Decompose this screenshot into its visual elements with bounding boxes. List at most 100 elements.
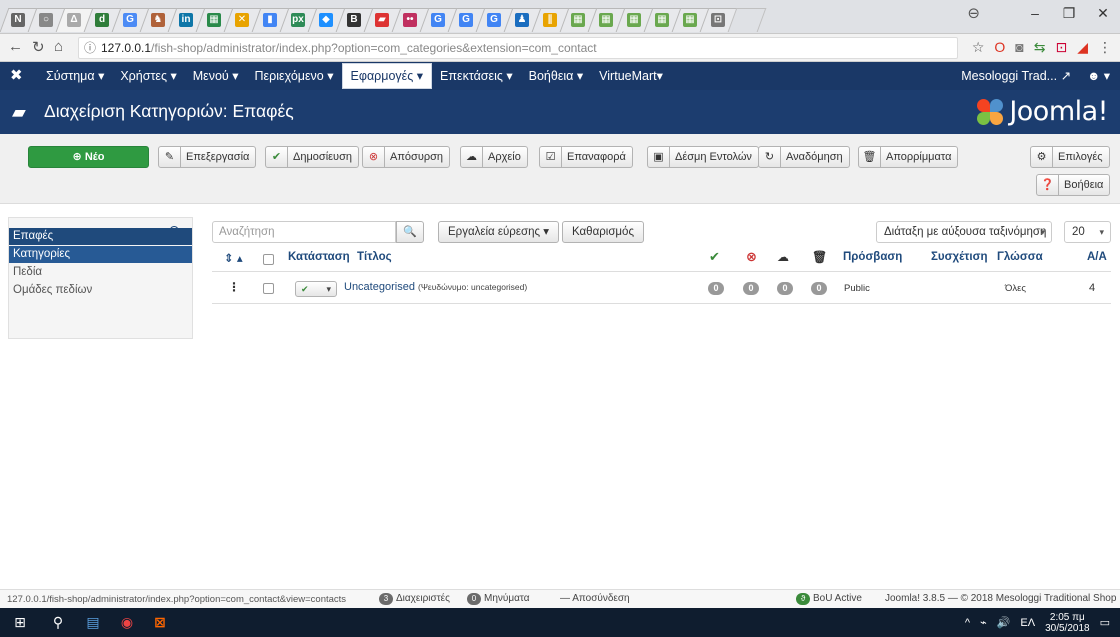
menu-virtuemart[interactable]: VirtueMart▾ xyxy=(591,62,671,90)
check-all-checkbox[interactable] xyxy=(263,254,274,265)
back-arrow-icon[interactable]: ← xyxy=(8,38,23,55)
archive-icon: ☁ xyxy=(461,147,483,167)
messages-status[interactable]: 0 Μηνύματα xyxy=(467,590,530,608)
menu-help[interactable]: Βοήθεια ▾ xyxy=(521,62,592,90)
status-toggle[interactable]: ✔ ▾ xyxy=(295,281,337,297)
browser-tabs: N ○ Δ d G ♞ in ▦ ✕ ▮ px ◆ B ▰ •• G G G ♟… xyxy=(0,8,767,34)
pdf-extension-icon[interactable]: ◢ xyxy=(1077,39,1088,56)
options-label: Επιλογές xyxy=(1058,151,1103,163)
sidebar-item-fields[interactable]: Πεδία xyxy=(9,264,192,281)
edit-label: Επεξεργασία xyxy=(186,151,250,163)
maximize-button[interactable]: ❐ xyxy=(1052,0,1086,26)
unpublish-button[interactable]: ⊗ Απόσυρση xyxy=(362,146,451,168)
search-icon[interactable]: ⚲ xyxy=(48,612,68,632)
close-button[interactable]: ✕ xyxy=(1086,0,1120,26)
language-cell: Όλες xyxy=(1005,283,1026,294)
network-icon[interactable]: ⌁ xyxy=(980,616,987,629)
chrome-icon[interactable]: ◉ xyxy=(117,612,137,632)
trashed-count-header-icon[interactable]: 🗑 xyxy=(812,250,827,264)
menu-extensions[interactable]: Επεκτάσεις ▾ xyxy=(432,62,521,90)
volume-icon[interactable]: 🔊 xyxy=(997,616,1011,629)
association-header[interactable]: Συσχέτιση xyxy=(931,251,988,263)
menu-menus[interactable]: Μενού ▾ xyxy=(185,62,247,90)
admin-menu-right: Mesologgi Trad... ↗ ☻ ▾ xyxy=(961,62,1110,90)
profile-icon[interactable]: ⊖ xyxy=(967,4,980,22)
pocket-extension-icon[interactable]: ⊡ xyxy=(1055,39,1067,56)
trashed-count-badge[interactable]: 0 xyxy=(811,282,827,295)
unpublished-count-header-icon[interactable]: ⊗ xyxy=(746,249,757,265)
admin-menu-list: Σύστημα ▾ Χρήστες ▾ Μενού ▾ Περιεχόμενο ▾ Εφ… xyxy=(38,62,671,90)
menu-icon[interactable]: ⋮ xyxy=(1098,39,1112,56)
clear-button[interactable]: Καθαρισμός xyxy=(562,221,644,243)
edit-icon: ✎ xyxy=(159,147,181,167)
checkin-button[interactable]: ☑ Επαναφορά xyxy=(539,146,633,168)
published-count-badge[interactable]: 0 xyxy=(708,282,724,295)
admin-top-menu: ✖ Σύστημα ▾ Χρήστες ▾ Μενού ▾ Περιεχόμενο ▾… xyxy=(0,62,1120,90)
show-hidden-icons-icon[interactable]: ^ xyxy=(965,617,970,629)
access-header[interactable]: Πρόσβαση xyxy=(843,251,902,263)
clock[interactable]: 2:05 πμ 30/5/2018 xyxy=(1045,612,1090,634)
search-input[interactable]: Αναζήτηση xyxy=(212,221,396,243)
sort-ordering-header[interactable]: ⇕ ▴ xyxy=(224,251,243,265)
row-checkbox[interactable] xyxy=(263,283,274,294)
url-input[interactable]: ⓘ 127.0.0.1/fish-shop/administrator/inde… xyxy=(78,37,958,59)
publish-button[interactable]: ✔ Δημοσίευση xyxy=(265,146,359,168)
site-link[interactable]: Mesologgi Trad... ↗ xyxy=(961,62,1071,90)
archived-count-badge[interactable]: 0 xyxy=(777,282,793,295)
batch-icon: ▣ xyxy=(648,147,670,167)
archive-button[interactable]: ☁ Αρχείο xyxy=(460,146,528,168)
title-header[interactable]: Τίτλος xyxy=(357,251,392,263)
search-tools-button[interactable]: Εργαλεία εύρεσης ▾ xyxy=(438,221,559,243)
star-icon[interactable]: ☆ xyxy=(972,39,985,56)
windows-start-icon[interactable]: ⊞ xyxy=(10,612,30,632)
id-header[interactable]: Α/Α xyxy=(1087,251,1107,263)
admins-status[interactable]: 3 Διαχειριστές xyxy=(379,590,450,608)
minimize-button[interactable]: – xyxy=(1018,0,1052,26)
bou-label: BoU Active xyxy=(813,593,862,604)
sidebar-item-categories[interactable]: Κατηγορίες xyxy=(9,246,192,263)
trash-label: Απορρίμματα xyxy=(886,151,952,163)
joomla-logo-icon[interactable]: ✖ xyxy=(10,66,23,84)
reload-icon[interactable]: ↻ xyxy=(32,38,45,56)
translate-extension-icon[interactable]: ⇆ xyxy=(1034,39,1046,56)
category-title-link[interactable]: Uncategorised xyxy=(344,281,415,293)
page-header: ▰ Διαχείριση Κατηγοριών: Επαφές Joomla! xyxy=(0,90,1120,134)
edit-button[interactable]: ✎ Επεξεργασία xyxy=(158,146,257,168)
options-button[interactable]: ⚙ Επιλογές xyxy=(1030,146,1110,168)
published-count-header-icon[interactable]: ✔ xyxy=(709,249,720,265)
logout-link[interactable]: — Αποσύνδεση xyxy=(560,590,630,608)
xampp-icon[interactable]: ⊠ xyxy=(150,612,170,632)
search-button[interactable]: 🔍 xyxy=(396,221,424,243)
language-header[interactable]: Γλώσσα xyxy=(997,251,1043,263)
user-menu[interactable]: ☻ ▾ xyxy=(1087,62,1110,90)
home-icon[interactable]: ⌂ xyxy=(54,38,63,55)
drag-handle-icon[interactable]: ⋮ xyxy=(228,280,240,294)
archived-count-header-icon[interactable]: ☁ xyxy=(777,250,789,264)
trash-button[interactable]: 🗑 Απορρίμματα xyxy=(858,146,959,168)
sidebar-item-field-groups[interactable]: Ομάδες πεδίων xyxy=(9,282,192,299)
info-icon[interactable]: ⓘ xyxy=(84,38,96,58)
bou-icon: ϑ xyxy=(796,593,810,605)
unpublished-count-badge[interactable]: 0 xyxy=(743,282,759,295)
opera-extension-icon[interactable]: O xyxy=(994,39,1005,56)
menu-components[interactable]: Εφαρμογές ▾ xyxy=(341,63,433,89)
new-button[interactable]: ⊕ Νέο xyxy=(28,146,149,168)
menu-users[interactable]: Χρήστες ▾ xyxy=(112,62,184,90)
batch-button[interactable]: ▣ Δέσμη Εντολών xyxy=(647,146,759,168)
menu-content[interactable]: Περιεχόμενο ▾ xyxy=(247,62,342,90)
messages-count-badge: 0 xyxy=(467,593,481,605)
extension-icon[interactable]: ◙ xyxy=(1015,39,1023,56)
trash-icon: 🗑 xyxy=(859,147,881,167)
input-language[interactable]: ΕΛ xyxy=(1020,617,1035,629)
status-header[interactable]: Κατάσταση xyxy=(288,251,350,263)
rebuild-button[interactable]: ↻ Αναδόμηση xyxy=(758,146,850,168)
notification-icon[interactable]: ▭ xyxy=(1100,616,1110,629)
limit-select[interactable]: 20 ▾ xyxy=(1064,221,1111,243)
browser-tab-bar: N ○ Δ d G ♞ in ▦ ✕ ▮ px ◆ B ▰ •• G G G ♟… xyxy=(0,0,1120,34)
bou-status[interactable]: ϑ BoU Active xyxy=(796,590,862,608)
file-explorer-icon[interactable]: ▤ xyxy=(83,612,103,632)
help-button[interactable]: ❓ Βοήθεια xyxy=(1036,174,1111,196)
sidebar-item-contacts[interactable]: Επαφές xyxy=(9,228,192,245)
ordering-select[interactable]: Διάταξη με αύξουσα ταξινόμηση ▾ xyxy=(876,221,1052,243)
menu-system[interactable]: Σύστημα ▾ xyxy=(38,62,112,90)
